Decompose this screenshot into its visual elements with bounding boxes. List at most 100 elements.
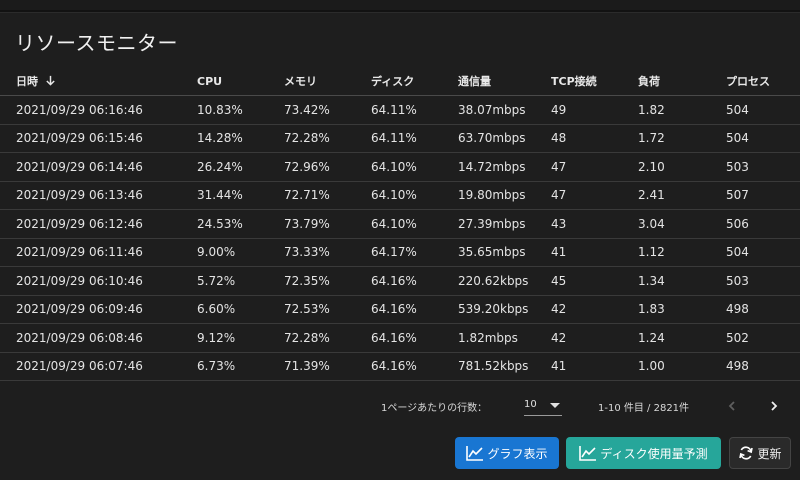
cell-disk: 64.16% xyxy=(371,323,458,353)
cell-tcp: 42 xyxy=(551,295,638,324)
cell-cpu: 9.12% xyxy=(197,323,284,353)
cell-tcp: 43 xyxy=(551,209,638,239)
line-chart-icon xyxy=(579,446,597,461)
table-row[interactable]: 2021/09/29 06:07:46 6.73% 71.39% 64.16% 781.… xyxy=(0,352,800,381)
disk-usage-prediction-button-label: ディスク使用量予測 xyxy=(600,446,708,461)
cell-load: 2.41 xyxy=(638,181,726,210)
graph-view-button[interactable]: グラフ表示 xyxy=(455,437,559,469)
cell-tcp: 41 xyxy=(551,352,638,381)
column-header-tcp[interactable]: TCP接続 xyxy=(551,67,638,96)
column-header-disk[interactable]: ディスク xyxy=(371,67,458,96)
cell-traffic: 38.07mbps xyxy=(458,95,551,125)
cell-memory: 71.39% xyxy=(284,352,371,381)
rows-per-page-select[interactable]: 10 xyxy=(524,393,562,416)
table-row[interactable]: 2021/09/29 06:09:46 6.60% 72.53% 64.16% 539.… xyxy=(0,295,800,324)
cell-traffic: 27.39mbps xyxy=(458,209,551,239)
cell-load: 2.10 xyxy=(638,152,726,182)
cell-traffic: 539.20kbps xyxy=(458,295,551,324)
cell-tcp: 45 xyxy=(551,266,638,296)
cell-datetime: 2021/09/29 06:15:46 xyxy=(0,124,197,153)
rows-per-page-value: 10 xyxy=(524,399,537,410)
column-header-datetime[interactable]: 日時 xyxy=(0,67,197,96)
cell-memory: 73.33% xyxy=(284,238,371,267)
refresh-button[interactable]: 更新 xyxy=(729,437,791,469)
column-header-cpu[interactable]: CPU xyxy=(197,67,284,96)
cell-disk: 64.10% xyxy=(371,181,458,210)
cell-datetime: 2021/09/29 06:13:46 xyxy=(0,181,197,210)
table-row[interactable]: 2021/09/29 06:08:46 9.12% 72.28% 64.16% 1.82… xyxy=(0,323,800,353)
graph-view-button-label: グラフ表示 xyxy=(487,446,548,461)
cell-process: 504 xyxy=(726,124,800,153)
cell-memory: 72.28% xyxy=(284,124,371,153)
cell-disk: 64.17% xyxy=(371,238,458,267)
top-app-bar xyxy=(0,0,800,10)
cell-process: 502 xyxy=(726,323,800,353)
cell-memory: 72.96% xyxy=(284,152,371,182)
column-header-load[interactable]: 負荷 xyxy=(638,67,726,96)
cell-datetime: 2021/09/29 06:07:46 xyxy=(0,352,197,381)
cell-memory: 73.79% xyxy=(284,209,371,239)
table-row[interactable]: 2021/09/29 06:11:46 9.00% 73.33% 64.17% 35.6… xyxy=(0,238,800,267)
arrow-down-icon[interactable] xyxy=(45,75,56,89)
table-row[interactable]: 2021/09/29 06:14:46 26.24% 72.96% 64.10% 14.… xyxy=(0,152,800,182)
cell-traffic: 14.72mbps xyxy=(458,152,551,182)
cell-disk: 64.10% xyxy=(371,209,458,239)
cell-tcp: 47 xyxy=(551,181,638,210)
cell-load: 1.72 xyxy=(638,124,726,153)
line-chart-icon xyxy=(466,446,484,461)
table-row[interactable]: 2021/09/29 06:12:46 24.53% 73.79% 64.10% 27.… xyxy=(0,209,800,239)
cell-cpu: 24.53% xyxy=(197,209,284,239)
chevron-right-icon xyxy=(771,401,778,411)
table-header-row: 日時 CPU メモリ ディスク 通信量 TCP接続 負荷 プロセス xyxy=(0,67,800,96)
cell-datetime: 2021/09/29 06:14:46 xyxy=(0,152,197,182)
cell-traffic: 35.65mbps xyxy=(458,238,551,267)
table-row[interactable]: 2021/09/29 06:13:46 31.44% 72.71% 64.10% 19.… xyxy=(0,181,800,210)
cell-process: 503 xyxy=(726,266,800,296)
cell-datetime: 2021/09/29 06:08:46 xyxy=(0,323,197,353)
column-header-process[interactable]: プロセス xyxy=(726,67,800,96)
cell-tcp: 41 xyxy=(551,238,638,267)
cell-cpu: 31.44% xyxy=(197,181,284,210)
cell-cpu: 9.00% xyxy=(197,238,284,267)
cell-memory: 72.71% xyxy=(284,181,371,210)
pagination-range: 1-10 件目 / 2821件 xyxy=(598,403,690,414)
refresh-button-label: 更新 xyxy=(757,446,782,461)
cell-datetime: 2021/09/29 06:09:46 xyxy=(0,295,197,324)
column-header-memory[interactable]: メモリ xyxy=(284,67,371,96)
resource-monitor-card: リソースモニター 日時 CPU メモリ ディスク 通信量 TCP接続 負荷 プロ… xyxy=(0,12,800,480)
cell-datetime: 2021/09/29 06:10:46 xyxy=(0,266,197,296)
cell-traffic: 19.80mbps xyxy=(458,181,551,210)
prev-page-button[interactable] xyxy=(719,393,745,419)
page-title: リソースモニター xyxy=(15,31,178,55)
cell-process: 506 xyxy=(726,209,800,239)
cell-load: 1.34 xyxy=(638,266,726,296)
cell-datetime: 2021/09/29 06:16:46 xyxy=(0,95,197,125)
cell-tcp: 49 xyxy=(551,95,638,125)
cell-cpu: 5.72% xyxy=(197,266,284,296)
cell-disk: 64.10% xyxy=(371,152,458,182)
caret-down-icon xyxy=(550,403,560,408)
cell-cpu: 6.73% xyxy=(197,352,284,381)
cell-disk: 64.11% xyxy=(371,124,458,153)
table-row[interactable]: 2021/09/29 06:15:46 14.28% 72.28% 64.11% 63.… xyxy=(0,124,800,153)
next-page-button[interactable] xyxy=(761,393,787,419)
cell-process: 504 xyxy=(726,238,800,267)
cell-memory: 72.28% xyxy=(284,323,371,353)
table-row[interactable]: 2021/09/29 06:16:46 10.83% 73.42% 64.11% 38.… xyxy=(0,95,800,125)
cell-datetime: 2021/09/29 06:12:46 xyxy=(0,209,197,239)
cell-load: 1.24 xyxy=(638,323,726,353)
cell-process: 498 xyxy=(726,352,800,381)
cell-memory: 73.42% xyxy=(284,95,371,125)
disk-usage-prediction-button[interactable]: ディスク使用量予測 xyxy=(566,437,721,469)
cell-memory: 72.53% xyxy=(284,295,371,324)
cell-traffic: 781.52kbps xyxy=(458,352,551,381)
cell-cpu: 10.83% xyxy=(197,95,284,125)
cell-traffic: 1.82mbps xyxy=(458,323,551,353)
cell-tcp: 42 xyxy=(551,323,638,353)
column-header-traffic[interactable]: 通信量 xyxy=(458,67,551,96)
rows-per-page-label: 1ページあたりの行数： xyxy=(381,403,488,414)
cell-memory: 72.35% xyxy=(284,266,371,296)
column-header-label: 日時 xyxy=(16,75,38,88)
table-row[interactable]: 2021/09/29 06:10:46 5.72% 72.35% 64.16% 220.… xyxy=(0,266,800,296)
cell-traffic: 63.70mbps xyxy=(458,124,551,153)
